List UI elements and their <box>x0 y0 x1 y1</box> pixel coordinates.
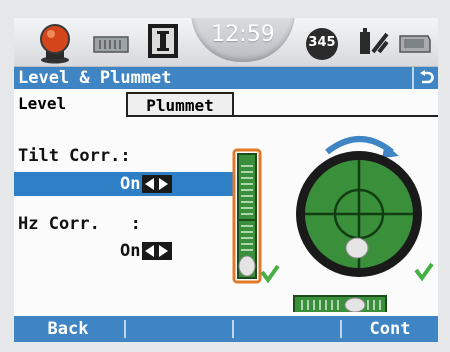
antenna-icon <box>357 26 391 58</box>
hz-corr-label: Hz Corr. : <box>18 214 141 234</box>
tab-level-label: Level <box>18 94 67 113</box>
softkey-bar: Back Cont <box>14 316 438 342</box>
instrument-mode-icon[interactable] <box>148 24 178 58</box>
clock-display: 12:59 <box>191 18 295 62</box>
title-bar: Level & Plummet <box>14 67 438 89</box>
tilt-corr-toggle[interactable] <box>142 175 172 193</box>
tab-baseline <box>126 115 438 117</box>
hz-corr-value[interactable]: On <box>120 240 140 262</box>
rotate-arrow-icon <box>325 136 394 155</box>
status-bar: 12:59 345 <box>14 18 438 67</box>
memory-card-icon <box>398 32 432 54</box>
timer-label: 345 <box>308 35 336 50</box>
checkmark-icon <box>414 262 434 282</box>
tab-plummet-label: Plummet <box>146 96 214 115</box>
tilt-corr-value[interactable]: On <box>120 173 140 195</box>
cont-button[interactable]: Cont <box>342 316 438 342</box>
back-button[interactable]: Back <box>14 316 122 342</box>
cont-button-label: Cont <box>369 319 411 339</box>
chevron-left-icon <box>145 178 154 190</box>
tilt-corr-label: Tilt Corr.: <box>18 146 131 166</box>
checkmark-icon <box>260 264 280 284</box>
horizontal-vial <box>293 295 387 312</box>
tab-strip: Level Plummet <box>14 92 438 117</box>
chevron-right-icon <box>159 245 168 257</box>
hz-corr-toggle[interactable] <box>142 242 172 260</box>
device-screen: 12:59 345 Level & Plummet Level Plummet … <box>14 18 438 342</box>
device-frame: 12:59 345 Level & Plummet Level Plummet … <box>0 0 450 352</box>
bell-icon[interactable] <box>36 20 74 64</box>
back-arrow-icon[interactable] <box>420 70 434 92</box>
clock-time: 12:59 <box>211 22 275 47</box>
electronic-level-graphic <box>232 136 434 312</box>
timer-icon: 345 <box>304 26 340 62</box>
softkey-f2[interactable] <box>126 316 230 342</box>
tab-plummet[interactable]: Plummet <box>126 92 234 117</box>
page-title: Level & Plummet <box>18 68 172 88</box>
back-button-label: Back <box>47 319 89 339</box>
chevron-right-icon <box>159 178 168 190</box>
bullseye-level <box>296 136 422 277</box>
tilt-corr-row[interactable]: On <box>14 172 234 196</box>
softkey-f3[interactable] <box>234 316 338 342</box>
chevron-left-icon <box>145 245 154 257</box>
tab-level[interactable]: Level <box>14 92 122 115</box>
title-separator <box>412 67 414 89</box>
battery-small-icon <box>93 34 131 54</box>
vertical-vial[interactable] <box>232 148 262 284</box>
